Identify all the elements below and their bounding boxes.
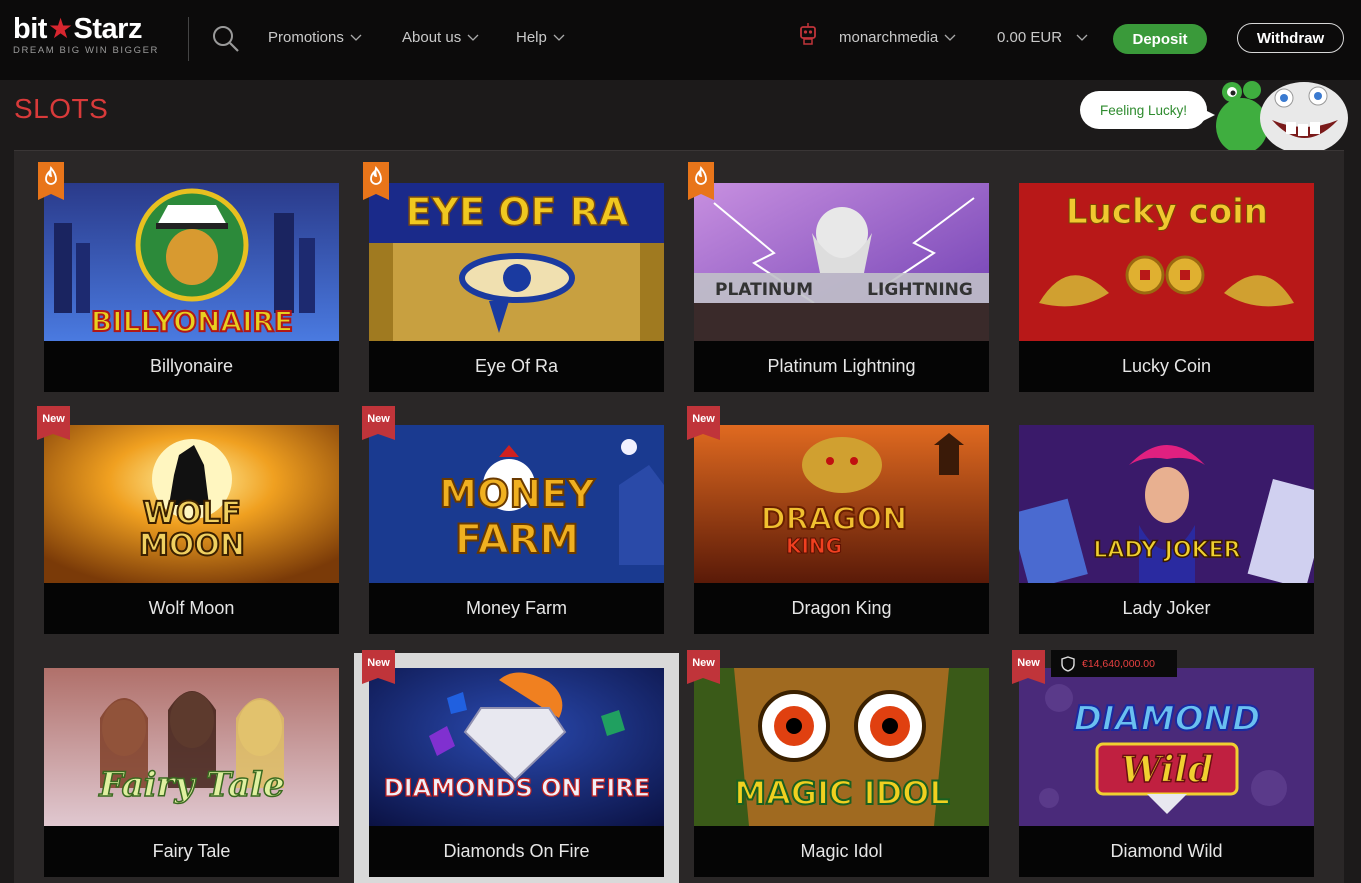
game-name: Wolf Moon xyxy=(44,583,339,634)
new-badge: New xyxy=(362,650,395,684)
game-name: Magic Idol xyxy=(694,826,989,877)
game-tile-magic-idol[interactable]: MAGIC IDOL Magic Idol xyxy=(694,668,989,877)
game-thumbnail[interactable]: DRAGON KING xyxy=(694,425,989,583)
game-art-title-b: LIGHTNING xyxy=(867,280,973,300)
game-thumbnail[interactable]: Fairy Tale xyxy=(44,668,339,826)
game-tile-fairy-tale[interactable]: Fairy Tale Fairy Tale xyxy=(44,668,339,877)
game-name: Lucky Coin xyxy=(1019,341,1314,392)
game-art-title: EYE OF RA xyxy=(406,190,629,234)
game-thumbnail[interactable]: DIAMONDS ON FIRE xyxy=(369,668,664,826)
game-art-title-a: WOLF xyxy=(143,496,241,531)
flame-icon xyxy=(695,166,707,185)
game-tile-lucky-coin[interactable]: Lucky coin Lucky Coin xyxy=(1019,183,1314,392)
game-art-title: DIAMONDS ON FIRE xyxy=(384,774,650,802)
nav-about-us[interactable]: About us xyxy=(402,29,479,46)
game-name: Diamond Wild xyxy=(1019,826,1314,877)
game-art-title: MAGIC IDOL xyxy=(734,774,949,812)
game-thumbnail[interactable]: MAGIC IDOL xyxy=(694,668,989,826)
game-name: Eye Of Ra xyxy=(369,341,664,392)
nav-help-label: Help xyxy=(516,29,547,46)
flame-icon xyxy=(45,166,57,185)
game-tile-billyonaire[interactable]: BILLYONAIRE Billyonaire xyxy=(44,183,339,392)
chevron-down-icon xyxy=(467,34,479,41)
withdraw-button[interactable]: Withdraw xyxy=(1237,23,1344,53)
game-tile-platinum-lightning[interactable]: PLATINUM LIGHTNING Platinum Lightning xyxy=(694,183,989,392)
header-divider xyxy=(188,17,189,61)
game-name: Dragon King xyxy=(694,583,989,634)
game-name: Lady Joker xyxy=(1019,583,1314,634)
user-menu[interactable]: monarchmedia xyxy=(839,29,956,46)
game-thumbnail[interactable]: EYE OF RA xyxy=(369,183,664,341)
hot-badge xyxy=(363,162,389,200)
game-art-title-a: DIAMOND xyxy=(1074,699,1261,739)
game-thumbnail[interactable]: MONEY FARM xyxy=(369,425,664,583)
chevron-down-icon xyxy=(553,34,565,41)
deposit-button[interactable]: Deposit xyxy=(1113,24,1207,54)
robot-icon[interactable] xyxy=(797,22,819,46)
game-art-title: Fairy Tale xyxy=(98,765,284,805)
game-tile-money-farm[interactable]: MONEY FARM Money Farm xyxy=(369,425,664,634)
game-tile-dragon-king[interactable]: DRAGON KING Dragon King xyxy=(694,425,989,634)
hot-badge xyxy=(688,162,714,200)
flame-icon xyxy=(370,166,382,185)
game-art-title-a: MONEY xyxy=(439,472,595,516)
game-thumbnail[interactable]: BILLYONAIRE xyxy=(44,183,339,341)
game-tile-diamond-wild[interactable]: DIAMOND Wild Diamond Wild xyxy=(1019,668,1314,877)
username-label: monarchmedia xyxy=(839,29,939,46)
game-name: Diamonds On Fire xyxy=(369,826,664,877)
game-art-title: BILLYONAIRE xyxy=(91,305,293,338)
shield-icon xyxy=(1061,655,1075,672)
new-badge: New xyxy=(1012,650,1045,684)
game-thumbnail[interactable]: LADY JOKER xyxy=(1019,425,1314,583)
chevron-down-icon xyxy=(944,34,956,41)
star-icon: ★ xyxy=(47,13,73,44)
nav-promotions[interactable]: Promotions xyxy=(268,29,362,46)
nav-help[interactable]: Help xyxy=(516,29,565,46)
balance-label: 0.00 EUR xyxy=(997,29,1063,46)
page-title: SLOTS xyxy=(14,93,109,124)
game-thumbnail[interactable]: DIAMOND Wild xyxy=(1019,668,1314,826)
new-badge: New xyxy=(687,406,720,440)
hot-badge xyxy=(38,162,64,200)
logo-text-starz: Starz xyxy=(73,13,143,45)
bitstarz-logo[interactable]: bit ★ Starz DREAM BIG WIN BIGGER xyxy=(13,14,173,60)
game-art-title-a: PLATINUM xyxy=(715,280,813,300)
game-art-title-b: Wild xyxy=(1121,749,1213,791)
nav-about-us-label: About us xyxy=(402,29,462,46)
game-name: Money Farm xyxy=(369,583,664,634)
game-thumbnail[interactable]: Lucky coin xyxy=(1019,183,1314,341)
game-name: Billyonaire xyxy=(44,341,339,392)
game-thumbnail[interactable]: PLATINUM LIGHTNING xyxy=(694,183,989,341)
search-icon[interactable] xyxy=(211,24,241,54)
new-badge: New xyxy=(362,406,395,440)
nav-promotions-label: Promotions xyxy=(268,29,344,46)
jackpot-badge: €14,640,000.00 xyxy=(1051,650,1177,677)
game-art-title-b: FARM xyxy=(455,517,579,563)
new-badge: New xyxy=(687,650,720,684)
mascot-image[interactable] xyxy=(1212,76,1350,154)
top-navigation-bar: bit ★ Starz DREAM BIG WIN BIGGER Promoti… xyxy=(0,0,1361,80)
logo-text-bit: bit xyxy=(13,13,47,45)
balance-dropdown[interactable]: 0.00 EUR xyxy=(997,29,1088,46)
game-tile-wolf-moon[interactable]: WOLF MOON Wolf Moon xyxy=(44,425,339,634)
game-name: Fairy Tale xyxy=(44,826,339,877)
chevron-down-icon xyxy=(1076,34,1088,41)
game-tile-eye-of-ra[interactable]: EYE OF RA Eye Of Ra xyxy=(369,183,664,392)
game-art-title-b: KING xyxy=(786,534,842,558)
jackpot-amount: €14,640,000.00 xyxy=(1082,657,1155,670)
game-tile-lady-joker[interactable]: LADY JOKER Lady Joker xyxy=(1019,425,1314,634)
chevron-down-icon xyxy=(350,34,362,41)
game-thumbnail[interactable]: WOLF MOON xyxy=(44,425,339,583)
game-tile-diamonds-on-fire[interactable]: DIAMONDS ON FIRE Diamonds On Fire xyxy=(354,653,679,883)
game-name: Platinum Lightning xyxy=(694,341,989,392)
new-badge: New xyxy=(37,406,70,440)
game-art-title: Lucky coin xyxy=(1066,192,1268,232)
game-art-title-a: DRAGON xyxy=(761,502,907,537)
game-art-title-b: MOON xyxy=(139,528,245,563)
feeling-lucky-button[interactable]: Feeling Lucky! xyxy=(1080,91,1215,129)
game-art-title: LADY JOKER xyxy=(1093,538,1240,563)
logo-tagline: DREAM BIG WIN BIGGER xyxy=(13,45,160,56)
